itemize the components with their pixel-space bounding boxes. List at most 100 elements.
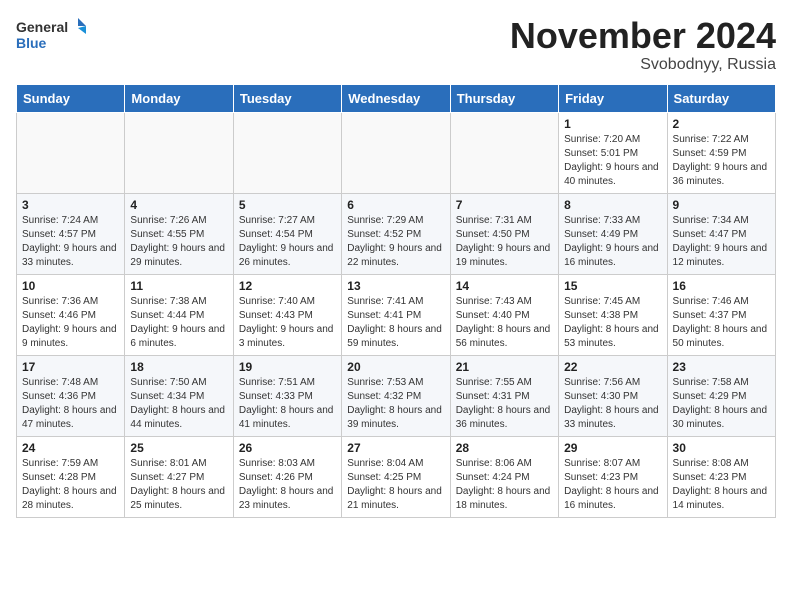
day-info-26: Sunrise: 8:03 AM Sunset: 4:26 PM Dayligh… bbox=[239, 457, 336, 513]
calendar-cell-1-3: 6 Sunrise: 7:29 AM Sunset: 4:52 PM Daylig… bbox=[342, 193, 450, 274]
day-number-20: 20 bbox=[347, 360, 444, 374]
day-info-24: Sunrise: 7:59 AM Sunset: 4:28 PM Dayligh… bbox=[22, 457, 119, 513]
day-info-30: Sunrise: 8:08 AM Sunset: 4:23 PM Dayligh… bbox=[673, 457, 770, 513]
calendar: Sunday Monday Tuesday Wednesday Thursday… bbox=[16, 84, 776, 518]
calendar-cell-2-2: 12 Sunrise: 7:40 AM Sunset: 4:43 PM Dayli… bbox=[233, 274, 341, 355]
day-number-4: 4 bbox=[130, 198, 227, 212]
day-number-2: 2 bbox=[673, 117, 770, 131]
calendar-cell-3-0: 17 Sunrise: 7:48 AM Sunset: 4:36 PM Dayli… bbox=[17, 355, 125, 436]
day-info-13: Sunrise: 7:41 AM Sunset: 4:41 PM Dayligh… bbox=[347, 295, 444, 351]
day-number-6: 6 bbox=[347, 198, 444, 212]
svg-text:General: General bbox=[16, 19, 68, 35]
title-block: November 2024 Svobodnyy, Russia bbox=[510, 16, 776, 74]
week-row-3: 17 Sunrise: 7:48 AM Sunset: 4:36 PM Dayli… bbox=[17, 355, 776, 436]
day-info-15: Sunrise: 7:45 AM Sunset: 4:38 PM Dayligh… bbox=[564, 295, 661, 351]
day-number-11: 11 bbox=[130, 279, 227, 293]
col-wednesday: Wednesday bbox=[342, 84, 450, 112]
week-row-4: 24 Sunrise: 7:59 AM Sunset: 4:28 PM Dayli… bbox=[17, 436, 776, 517]
day-number-26: 26 bbox=[239, 441, 336, 455]
day-info-17: Sunrise: 7:48 AM Sunset: 4:36 PM Dayligh… bbox=[22, 376, 119, 432]
day-number-25: 25 bbox=[130, 441, 227, 455]
calendar-cell-0-2 bbox=[233, 112, 341, 193]
day-info-14: Sunrise: 7:43 AM Sunset: 4:40 PM Dayligh… bbox=[456, 295, 553, 351]
col-tuesday: Tuesday bbox=[233, 84, 341, 112]
calendar-cell-2-3: 13 Sunrise: 7:41 AM Sunset: 4:41 PM Dayli… bbox=[342, 274, 450, 355]
day-info-10: Sunrise: 7:36 AM Sunset: 4:46 PM Dayligh… bbox=[22, 295, 119, 351]
day-number-9: 9 bbox=[673, 198, 770, 212]
header: General Blue November 2024 Svobodnyy, Ru… bbox=[16, 16, 776, 74]
day-info-11: Sunrise: 7:38 AM Sunset: 4:44 PM Dayligh… bbox=[130, 295, 227, 351]
day-info-20: Sunrise: 7:53 AM Sunset: 4:32 PM Dayligh… bbox=[347, 376, 444, 432]
day-number-14: 14 bbox=[456, 279, 553, 293]
day-number-12: 12 bbox=[239, 279, 336, 293]
day-number-5: 5 bbox=[239, 198, 336, 212]
day-number-15: 15 bbox=[564, 279, 661, 293]
calendar-cell-1-0: 3 Sunrise: 7:24 AM Sunset: 4:57 PM Daylig… bbox=[17, 193, 125, 274]
day-info-8: Sunrise: 7:33 AM Sunset: 4:49 PM Dayligh… bbox=[564, 214, 661, 270]
month-title: November 2024 bbox=[510, 16, 776, 56]
calendar-cell-2-4: 14 Sunrise: 7:43 AM Sunset: 4:40 PM Dayli… bbox=[450, 274, 558, 355]
day-info-22: Sunrise: 7:56 AM Sunset: 4:30 PM Dayligh… bbox=[564, 376, 661, 432]
subtitle: Svobodnyy, Russia bbox=[510, 56, 776, 74]
day-number-3: 3 bbox=[22, 198, 119, 212]
day-info-28: Sunrise: 8:06 AM Sunset: 4:24 PM Dayligh… bbox=[456, 457, 553, 513]
week-row-2: 10Sunrise: 7:36 AM Sunset: 4:46 PM Dayli… bbox=[17, 274, 776, 355]
day-info-29: Sunrise: 8:07 AM Sunset: 4:23 PM Dayligh… bbox=[564, 457, 661, 513]
day-number-27: 27 bbox=[347, 441, 444, 455]
day-info-7: Sunrise: 7:31 AM Sunset: 4:50 PM Dayligh… bbox=[456, 214, 553, 270]
day-info-21: Sunrise: 7:55 AM Sunset: 4:31 PM Dayligh… bbox=[456, 376, 553, 432]
day-info-3: Sunrise: 7:24 AM Sunset: 4:57 PM Dayligh… bbox=[22, 214, 119, 270]
day-number-17: 17 bbox=[22, 360, 119, 374]
calendar-cell-4-5: 29 Sunrise: 8:07 AM Sunset: 4:23 PM Dayli… bbox=[559, 436, 667, 517]
calendar-cell-0-0 bbox=[17, 112, 125, 193]
day-info-6: Sunrise: 7:29 AM Sunset: 4:52 PM Dayligh… bbox=[347, 214, 444, 270]
day-info-27: Sunrise: 8:04 AM Sunset: 4:25 PM Dayligh… bbox=[347, 457, 444, 513]
day-number-24: 24 bbox=[22, 441, 119, 455]
svg-text:Blue: Blue bbox=[16, 35, 47, 51]
calendar-header-row: Sunday Monday Tuesday Wednesday Thursday… bbox=[17, 84, 776, 112]
calendar-cell-1-2: 5 Sunrise: 7:27 AM Sunset: 4:54 PM Daylig… bbox=[233, 193, 341, 274]
day-number-28: 28 bbox=[456, 441, 553, 455]
day-number-30: 30 bbox=[673, 441, 770, 455]
calendar-cell-2-6: 16 Sunrise: 7:46 AM Sunset: 4:37 PM Dayli… bbox=[667, 274, 775, 355]
day-info-16: Sunrise: 7:46 AM Sunset: 4:37 PM Dayligh… bbox=[673, 295, 770, 351]
calendar-cell-1-5: 8 Sunrise: 7:33 AM Sunset: 4:49 PM Daylig… bbox=[559, 193, 667, 274]
week-row-1: 3 Sunrise: 7:24 AM Sunset: 4:57 PM Daylig… bbox=[17, 193, 776, 274]
day-info-19: Sunrise: 7:51 AM Sunset: 4:33 PM Dayligh… bbox=[239, 376, 336, 432]
calendar-cell-0-5: 1 Sunrise: 7:20 AM Sunset: 5:01 PM Daylig… bbox=[559, 112, 667, 193]
day-number-7: 7 bbox=[456, 198, 553, 212]
calendar-cell-3-1: 18Sunrise: 7:50 AM Sunset: 4:34 PM Dayli… bbox=[125, 355, 233, 436]
day-number-29: 29 bbox=[564, 441, 661, 455]
day-number-19: 19 bbox=[239, 360, 336, 374]
col-sunday: Sunday bbox=[17, 84, 125, 112]
day-info-12: Sunrise: 7:40 AM Sunset: 4:43 PM Dayligh… bbox=[239, 295, 336, 351]
calendar-cell-4-2: 26 Sunrise: 8:03 AM Sunset: 4:26 PM Dayli… bbox=[233, 436, 341, 517]
day-info-18: Sunrise: 7:50 AM Sunset: 4:34 PM Dayligh… bbox=[130, 376, 227, 432]
day-number-8: 8 bbox=[564, 198, 661, 212]
calendar-cell-2-1: 11 Sunrise: 7:38 AM Sunset: 4:44 PM Dayli… bbox=[125, 274, 233, 355]
calendar-cell-3-4: 21Sunrise: 7:55 AM Sunset: 4:31 PM Dayli… bbox=[450, 355, 558, 436]
col-monday: Monday bbox=[125, 84, 233, 112]
col-friday: Friday bbox=[559, 84, 667, 112]
calendar-cell-1-4: 7 Sunrise: 7:31 AM Sunset: 4:50 PM Daylig… bbox=[450, 193, 558, 274]
day-info-5: Sunrise: 7:27 AM Sunset: 4:54 PM Dayligh… bbox=[239, 214, 336, 270]
day-number-1: 1 bbox=[564, 117, 661, 131]
calendar-cell-4-4: 28 Sunrise: 8:06 AM Sunset: 4:24 PM Dayli… bbox=[450, 436, 558, 517]
day-number-22: 22 bbox=[564, 360, 661, 374]
week-row-0: 1 Sunrise: 7:20 AM Sunset: 5:01 PM Daylig… bbox=[17, 112, 776, 193]
day-number-16: 16 bbox=[673, 279, 770, 293]
logo-svg: General Blue bbox=[16, 16, 86, 58]
calendar-cell-0-4 bbox=[450, 112, 558, 193]
calendar-cell-3-6: 23Sunrise: 7:58 AM Sunset: 4:29 PM Dayli… bbox=[667, 355, 775, 436]
calendar-cell-0-3 bbox=[342, 112, 450, 193]
day-info-1: Sunrise: 7:20 AM Sunset: 5:01 PM Dayligh… bbox=[564, 133, 661, 189]
day-info-2: Sunrise: 7:22 AM Sunset: 4:59 PM Dayligh… bbox=[673, 133, 770, 189]
day-number-13: 13 bbox=[347, 279, 444, 293]
calendar-cell-1-6: 9 Sunrise: 7:34 AM Sunset: 4:47 PM Daylig… bbox=[667, 193, 775, 274]
day-info-4: Sunrise: 7:26 AM Sunset: 4:55 PM Dayligh… bbox=[130, 214, 227, 270]
calendar-cell-4-1: 25Sunrise: 8:01 AM Sunset: 4:27 PM Dayli… bbox=[125, 436, 233, 517]
main-container: General Blue November 2024 Svobodnyy, Ru… bbox=[0, 0, 792, 528]
day-info-9: Sunrise: 7:34 AM Sunset: 4:47 PM Dayligh… bbox=[673, 214, 770, 270]
calendar-cell-0-1 bbox=[125, 112, 233, 193]
calendar-cell-2-0: 10Sunrise: 7:36 AM Sunset: 4:46 PM Dayli… bbox=[17, 274, 125, 355]
